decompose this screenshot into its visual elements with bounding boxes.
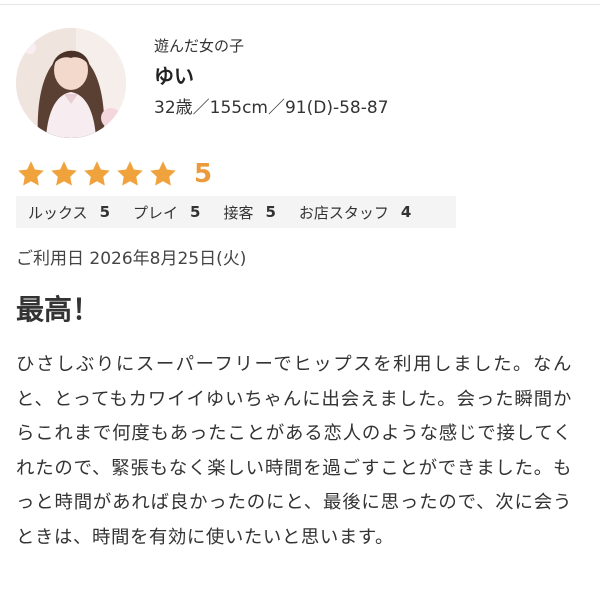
subscore-value: 5	[99, 203, 110, 221]
star-icon	[115, 159, 145, 189]
subscore-label: 接客	[223, 203, 254, 222]
avatar-photo	[16, 28, 126, 138]
usage-date: ご利用日 2026年8月25日(火)	[16, 249, 247, 269]
subscore-label: お店スタッフ	[298, 203, 389, 222]
subscore-label: プレイ	[133, 203, 179, 222]
subscore-value: 4	[400, 203, 412, 221]
star-icon	[82, 159, 112, 189]
overall-rating: 5	[16, 157, 212, 191]
subscore-play: プレイ 5	[133, 202, 200, 223]
star-icon	[49, 159, 79, 189]
review-body: ひさしぶりにスーパーフリーでヒップスを利用しました。なんと、とってもカワイイゆい…	[16, 354, 572, 548]
star-icon	[148, 159, 178, 189]
divider	[0, 4, 600, 5]
profile-info: 遊んだ女の子 ゆい 32歳／155cm／91(D)-58-87	[154, 36, 389, 119]
review-title: 最高！	[16, 293, 101, 326]
girl-caption: 遊んだ女の子	[154, 37, 245, 55]
subscore-bar: ルックス 5 プレイ 5 接客 5 お店スタッフ 4	[16, 196, 456, 228]
girl-profile: 遊んだ女の子 ゆい 32歳／155cm／91(D)-58-87	[16, 28, 586, 148]
subscore-label: ルックス	[28, 203, 88, 222]
rating-value: 5	[194, 159, 213, 189]
subscore-value: 5	[265, 203, 276, 221]
girl-stats: 32歳／155cm／91(D)-58-87	[154, 98, 389, 118]
star-icon	[16, 159, 46, 189]
review-card: 遊んだ女の子 ゆい 32歳／155cm／91(D)-58-87 5 ルックス 5…	[0, 0, 600, 616]
girl-name[interactable]: ゆい	[154, 64, 389, 88]
subscore-staff: お店スタッフ 4	[299, 202, 411, 223]
subscore-looks: ルックス 5	[28, 202, 110, 223]
subscore-service: 接客 5	[223, 202, 275, 223]
star-rating	[16, 159, 178, 189]
avatar[interactable]	[16, 28, 126, 138]
subscore-value: 5	[190, 203, 201, 221]
